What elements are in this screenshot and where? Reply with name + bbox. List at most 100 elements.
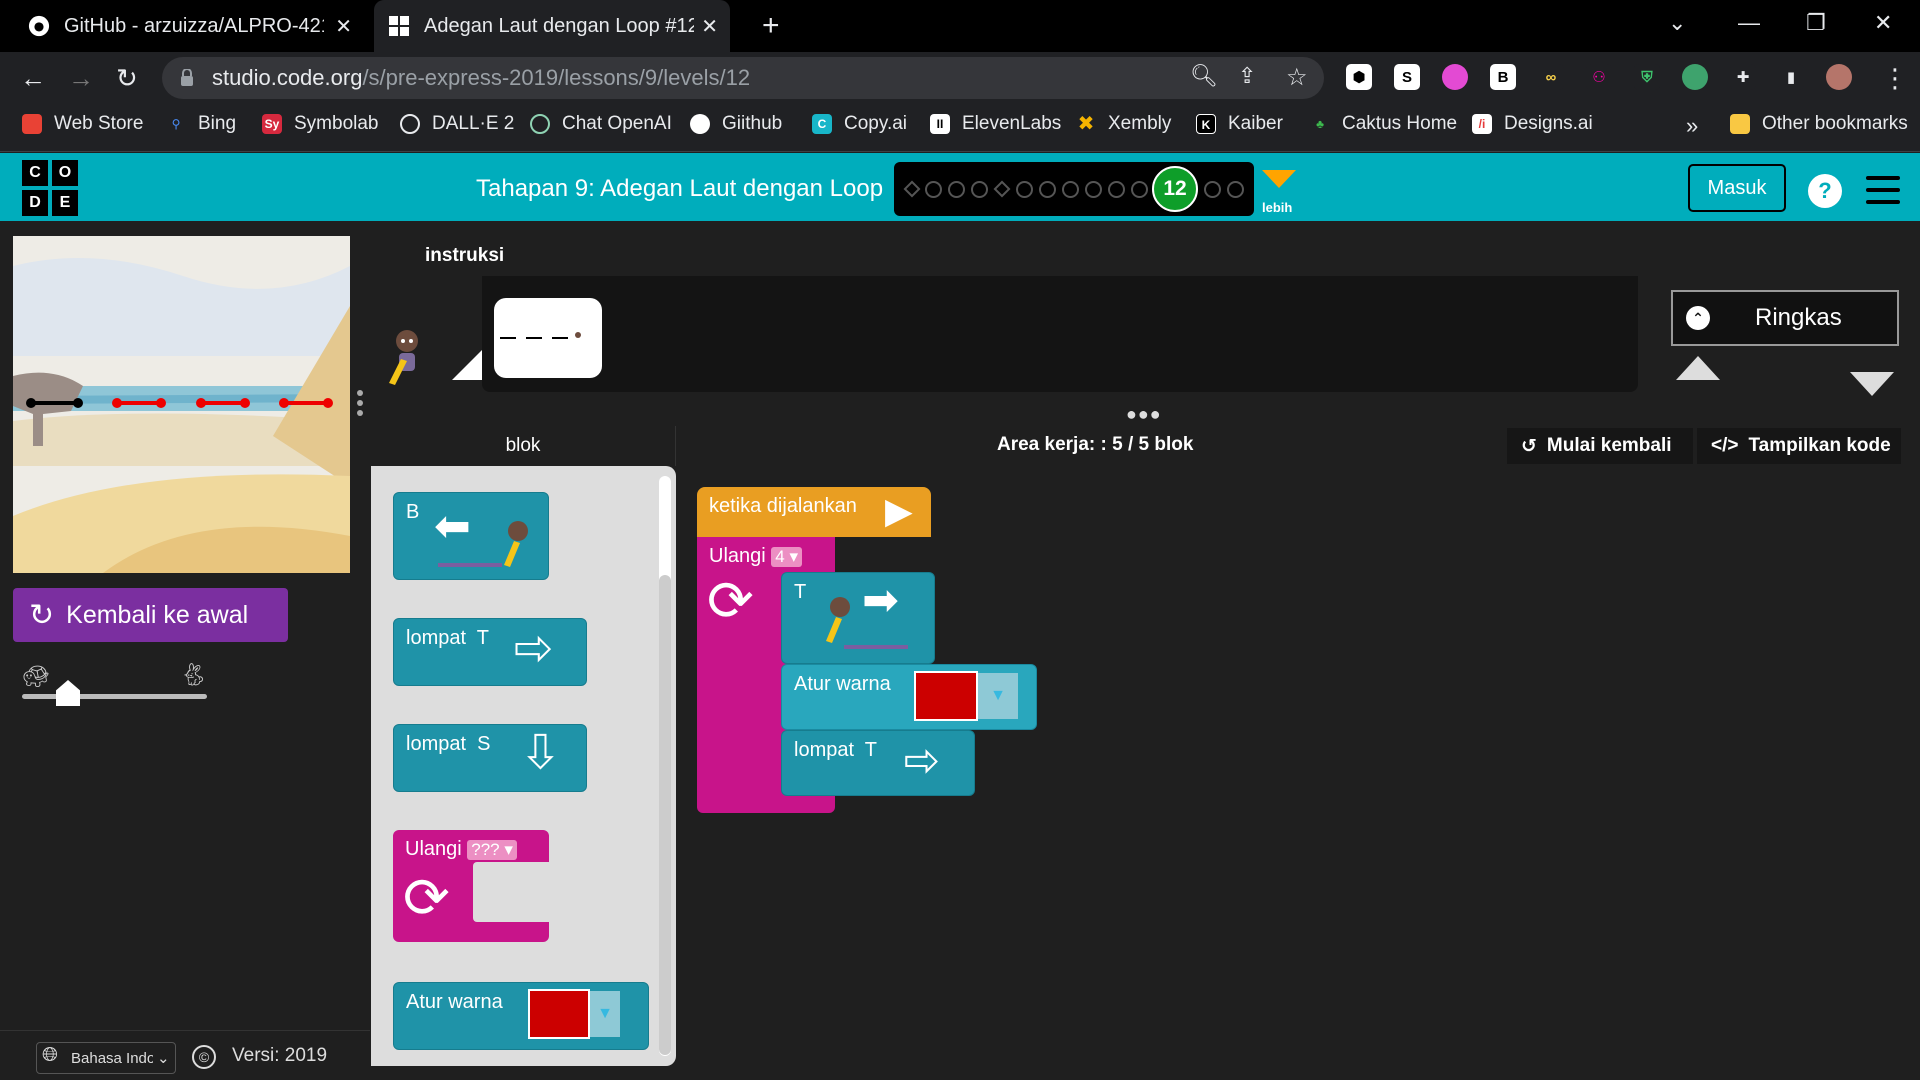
bookmark-web-store[interactable]: Web Store	[22, 113, 143, 135]
instructions-resize-handle[interactable]: ●●●	[1126, 404, 1162, 425]
folder-icon	[1730, 114, 1750, 134]
toolbox-block-draw-back[interactable]: B ⬅	[393, 492, 549, 580]
browser-menu-icon[interactable]: ⋮	[1882, 63, 1908, 94]
forward-icon[interactable]: →	[68, 63, 94, 94]
level-bubble[interactable]	[1131, 181, 1148, 198]
zoom-icon[interactable]: 🔍︎	[1190, 63, 1218, 89]
url-path: /s/pre-express-2019/lessons/9/levels/12	[362, 65, 751, 90]
copyright-icon[interactable]: ©	[192, 1045, 216, 1069]
set-color-block[interactable]: Atur warna ▼	[781, 664, 1037, 730]
level-bubble[interactable]	[971, 181, 988, 198]
color-dropdown-arrow-icon[interactable]: ▼	[978, 673, 1018, 719]
close-window-icon[interactable]: ✕	[1874, 10, 1892, 36]
bookmark-designs-ai[interactable]: /i Designs.ai	[1472, 113, 1593, 135]
hamburger-menu-icon[interactable]	[1866, 176, 1900, 212]
reset-button[interactable]: ↻ Kembali ke awal	[13, 588, 288, 642]
level-bubble[interactable]	[1085, 181, 1102, 198]
tab-code-org[interactable]: Adegan Laut dengan Loop #12 | ✕	[374, 0, 730, 52]
extension-shield-icon[interactable]: ⛨	[1634, 64, 1660, 90]
repeat-count-dropdown[interactable]: 4 ▾	[771, 547, 802, 567]
back-icon[interactable]: ←	[20, 63, 46, 94]
bookmark-chat-openai[interactable]: Chat OpenAI	[530, 113, 672, 135]
stage-title[interactable]: Tahapan 9: Adegan Laut dengan Loop	[476, 175, 883, 203]
repeat-count-dropdown[interactable]: ??? ▾	[467, 840, 517, 860]
extension-circle-icon[interactable]	[1442, 64, 1468, 90]
instructions-tab[interactable]: instruksi	[425, 245, 504, 267]
reset-icon: ↻	[29, 598, 55, 632]
bookmark-other[interactable]: Other bookmarks	[1730, 113, 1908, 135]
github-icon	[28, 15, 50, 37]
level-bubble[interactable]	[1062, 181, 1079, 198]
toolbox-block-repeat[interactable]: Ulangi ??? ▾ ⟳	[393, 830, 549, 942]
code-org-logo[interactable]: C O D E	[22, 160, 78, 216]
direction-letter: B	[406, 501, 420, 523]
side-panel-icon[interactable]: ▮	[1778, 64, 1804, 90]
tab-search-icon[interactable]: ⌄	[1668, 10, 1686, 36]
bookmark-bing[interactable]: ⚲ Bing	[166, 113, 236, 135]
current-level-bubble[interactable]: 12	[1152, 166, 1198, 212]
bookmark-elevenlabs[interactable]: II ElevenLabs	[930, 113, 1061, 135]
dalle-icon	[400, 114, 420, 134]
signin-button[interactable]: Masuk	[1688, 164, 1786, 212]
openai-icon	[530, 114, 550, 134]
bookmark-dalle[interactable]: DALL·E 2	[400, 113, 514, 135]
bookmark-xembly[interactable]: ✖ Xembly	[1076, 113, 1172, 135]
bookmark-caktus[interactable]: ♣ Caktus Home	[1310, 113, 1457, 135]
help-icon[interactable]: ?	[1808, 174, 1842, 208]
extension-glasses-icon[interactable]: ⚇	[1586, 64, 1612, 90]
scroll-up-icon[interactable]	[1676, 356, 1720, 380]
extension-openai-icon[interactable]	[1682, 64, 1708, 90]
bookmark-kaiber[interactable]: K Kaiber	[1196, 113, 1283, 135]
github-icon	[690, 114, 710, 134]
level-bubble[interactable]	[1227, 181, 1244, 198]
extension-b-icon[interactable]: B	[1490, 64, 1516, 90]
level-bubble[interactable]	[1039, 181, 1056, 198]
reload-icon[interactable]: ↻	[116, 63, 138, 94]
bookmark-copy-ai[interactable]: C Copy.ai	[812, 113, 907, 135]
extension-s-icon[interactable]: S	[1394, 64, 1420, 90]
level-bubble[interactable]	[1108, 181, 1125, 198]
profile-avatar[interactable]	[1826, 64, 1852, 90]
level-bubble[interactable]	[948, 181, 965, 198]
extension-1-icon[interactable]: ⬢	[1346, 64, 1372, 90]
more-chevron-icon[interactable]	[1262, 170, 1296, 188]
toolbox-block-jump-east[interactable]: lompat T ➡	[393, 618, 587, 686]
extension-infinity-icon[interactable]: ∞	[1538, 64, 1564, 90]
bookmark-github[interactable]: Giithub	[690, 113, 782, 135]
close-tab-icon[interactable]: ✕	[335, 14, 352, 39]
level-bubble[interactable]	[1016, 181, 1033, 198]
color-dropdown-arrow-icon[interactable]: ▼	[590, 991, 620, 1037]
color-swatch[interactable]	[528, 989, 590, 1039]
show-code-button[interactable]: </> Tampilkan kode	[1697, 428, 1901, 464]
restore-icon[interactable]: ❐	[1806, 10, 1826, 36]
color-swatch[interactable]	[914, 671, 978, 721]
level-bubble[interactable]	[1204, 181, 1221, 198]
toolbox-scrollbar-thumb[interactable]	[659, 575, 671, 1055]
toolbox-block-set-color[interactable]: Atur warna ▼	[393, 982, 649, 1050]
minimize-icon[interactable]: —	[1738, 10, 1760, 36]
level-bubble[interactable]	[925, 181, 942, 198]
share-icon[interactable]: ⇪	[1238, 63, 1256, 89]
sea-scene-image	[13, 236, 350, 573]
designs-ai-icon: /i	[1472, 114, 1492, 134]
speed-slider-thumb[interactable]	[56, 680, 80, 706]
new-tab-button[interactable]: +	[748, 0, 794, 52]
instructions-bar	[371, 236, 1905, 276]
draw-east-block[interactable]: T ➡	[781, 572, 935, 664]
when-run-block[interactable]: ketika dijalankan ▶	[697, 487, 931, 537]
tab-github[interactable]: GitHub - arzuizza/ALPRO-4213: A ✕	[14, 0, 364, 52]
rabbit-fast-icon: 🐇︎	[180, 662, 208, 687]
bookmark-star-icon[interactable]: ☆	[1286, 63, 1308, 92]
close-tab-icon[interactable]: ✕	[701, 14, 718, 39]
jump-east-block[interactable]: lompat T ➡	[781, 730, 975, 796]
extensions-puzzle-icon[interactable]: ✚	[1730, 64, 1756, 90]
bookmarks-overflow-button[interactable]: »	[1686, 113, 1698, 139]
more-label[interactable]: lebih	[1262, 200, 1292, 215]
scroll-down-icon[interactable]	[1850, 372, 1894, 396]
restart-button[interactable]: ↺ Mulai kembali	[1507, 428, 1693, 464]
bookmark-symbolab[interactable]: Sy Symbolab	[262, 113, 379, 135]
panel-resize-handle[interactable]	[357, 390, 363, 420]
instruction-hint-image[interactable]	[494, 298, 602, 378]
toolbox-block-jump-south[interactable]: lompat S ⬇	[393, 724, 587, 792]
speed-slider[interactable]	[22, 694, 207, 699]
